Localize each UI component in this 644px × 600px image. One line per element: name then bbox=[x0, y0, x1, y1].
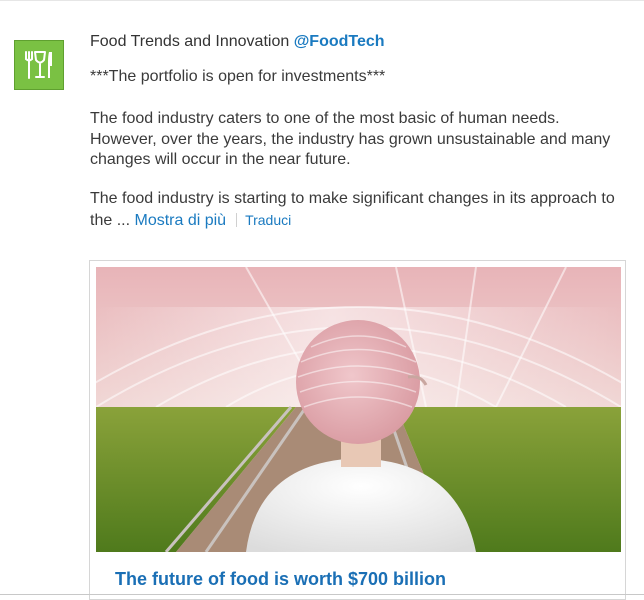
link-preview-image[interactable] bbox=[96, 267, 621, 552]
separator bbox=[236, 212, 238, 227]
fork-glass-knife-icon bbox=[22, 48, 56, 82]
show-more-link[interactable]: Mostra di più bbox=[134, 212, 226, 229]
link-preview-title[interactable]: The future of food is worth $700 billion bbox=[115, 568, 446, 590]
top-divider bbox=[0, 0, 644, 1]
translate-link[interactable]: Traduci bbox=[245, 212, 291, 228]
post-paragraph-1: The food industry caters to one of the m… bbox=[90, 110, 611, 168]
post-paragraph-2: The food industry is starting to make si… bbox=[90, 189, 630, 231]
post-body: Food Trends and Innovation @FoodTech ***… bbox=[90, 30, 630, 229]
post-line-announcement: ***The portfolio is open for investments… bbox=[90, 68, 386, 85]
author-name[interactable]: Food Trends and Innovation bbox=[90, 33, 289, 50]
author-handle[interactable]: @FoodTech bbox=[294, 33, 385, 50]
author-avatar[interactable] bbox=[14, 40, 64, 90]
post-author: Food Trends and Innovation @FoodTech bbox=[90, 30, 630, 54]
link-preview-card[interactable]: The future of food is worth $700 billion bbox=[89, 260, 626, 600]
